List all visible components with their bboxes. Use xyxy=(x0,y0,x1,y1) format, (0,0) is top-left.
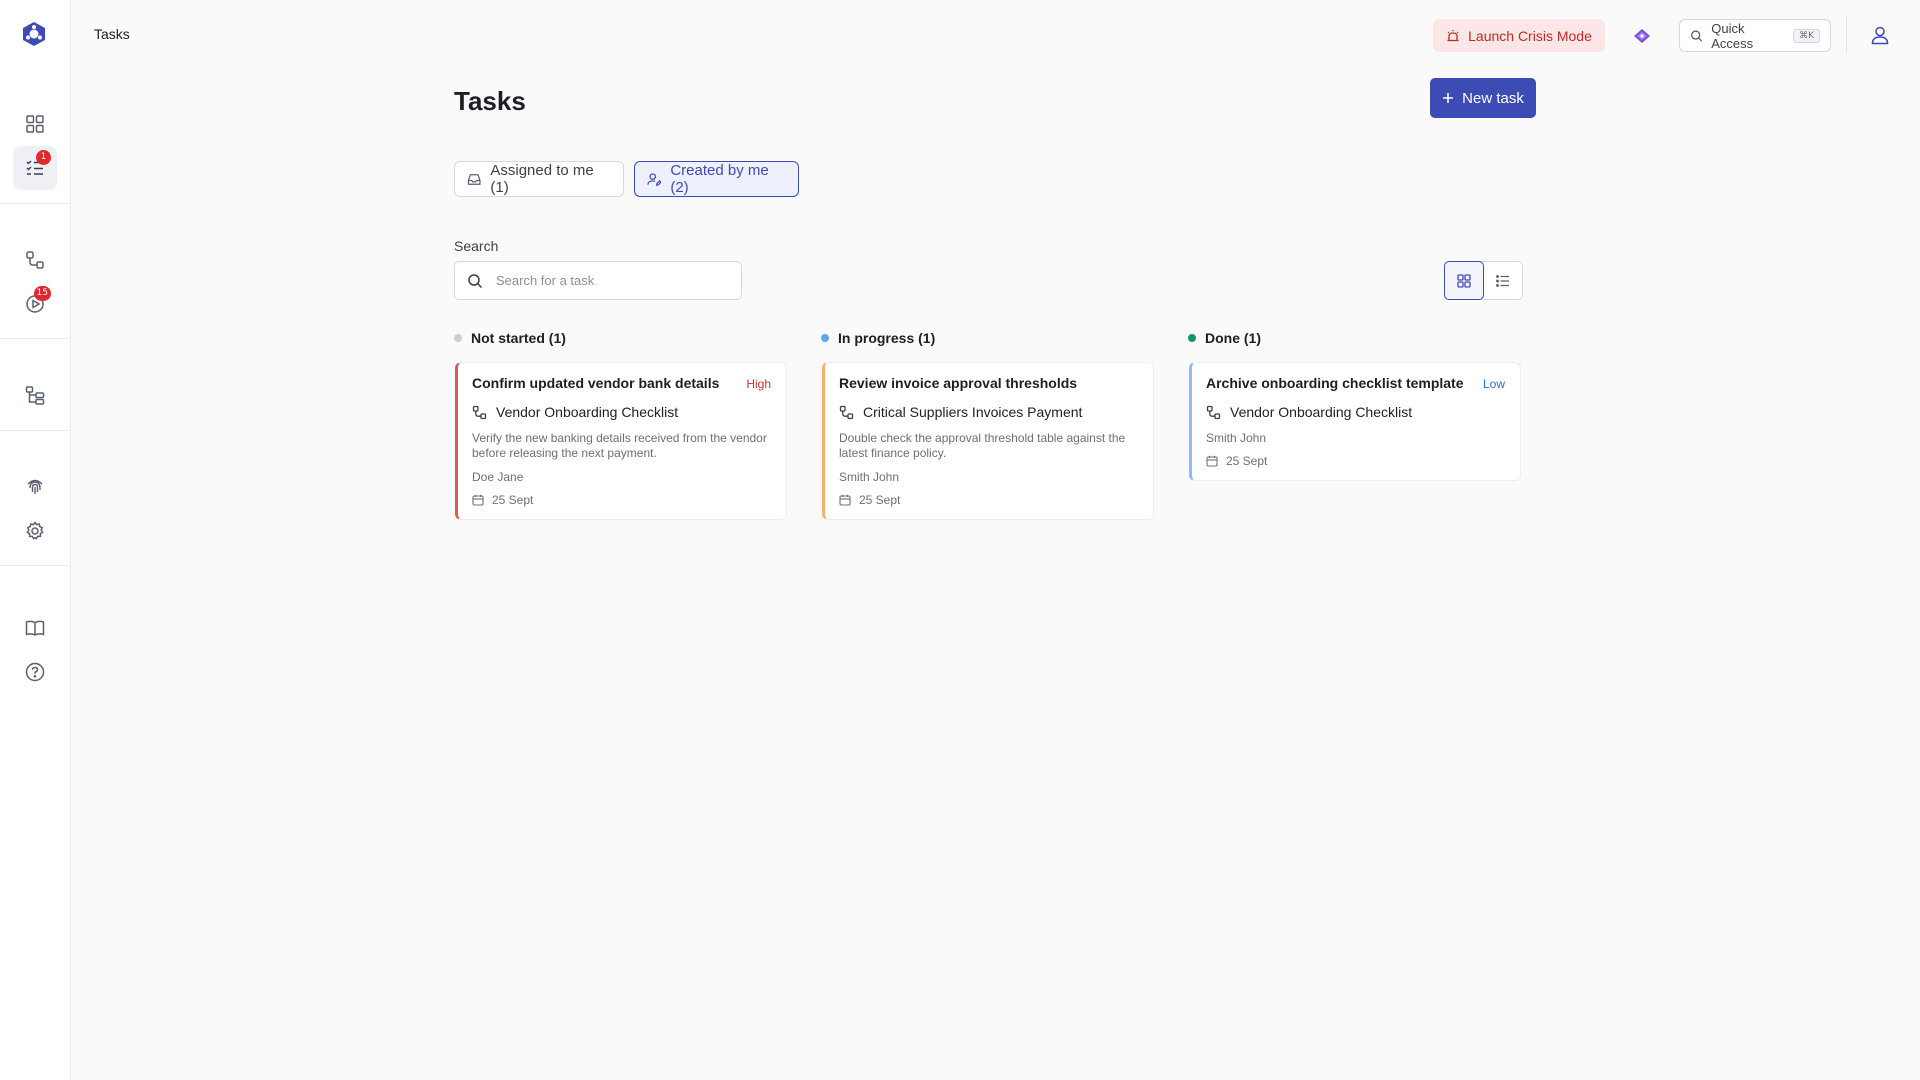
sidebar-item-processes[interactable] xyxy=(13,238,57,282)
column-header-not-started: Not started (1) xyxy=(454,330,566,346)
filter-assigned-label: Assigned to me (1) xyxy=(490,162,594,196)
new-task-button[interactable]: New task xyxy=(1430,78,1536,118)
task-owner: Doe Jane xyxy=(472,470,524,484)
sidebar-item-docs[interactable] xyxy=(13,606,57,650)
task-process: Critical Suppliers Invoices Payment xyxy=(863,404,1083,420)
workflow-icon xyxy=(26,251,44,269)
workflow-icon xyxy=(839,405,854,419)
task-owner: Smith John xyxy=(1206,431,1267,445)
column-header-in-progress: In progress (1) xyxy=(821,330,935,346)
column-title: In progress (1) xyxy=(838,330,936,346)
list-view-button[interactable] xyxy=(1484,262,1523,299)
sidebar-item-help[interactable] xyxy=(13,650,57,694)
status-dot xyxy=(1188,334,1196,342)
column-title: Done (1) xyxy=(1205,330,1261,346)
filter-assigned-to-me[interactable]: Assigned to me (1) xyxy=(454,161,624,197)
book-icon xyxy=(25,620,45,636)
view-toggle xyxy=(1444,261,1523,300)
ai-assistant-icon[interactable] xyxy=(1631,25,1653,47)
topbar-divider xyxy=(1846,17,1847,53)
calendar-icon xyxy=(839,494,851,506)
sidebar-item-runs[interactable]: 15 xyxy=(13,282,57,326)
workflow-icon xyxy=(472,405,487,419)
breadcrumb: Tasks xyxy=(94,26,130,42)
help-icon xyxy=(25,662,45,682)
gear-icon xyxy=(26,521,44,540)
inbox-icon xyxy=(467,173,481,185)
task-description: Verify the new banking details received … xyxy=(472,431,767,460)
workflow-icon xyxy=(1206,405,1221,419)
list-view-icon xyxy=(1495,274,1509,287)
new-task-label: New task xyxy=(1462,89,1524,107)
board-view-button[interactable] xyxy=(1444,261,1484,300)
sidebar-divider xyxy=(0,565,71,566)
filter-created-by-me[interactable]: Created by me (2) xyxy=(634,161,799,197)
quick-access-shortcut: ⌘K xyxy=(1793,28,1820,43)
priority-badge: Low xyxy=(1482,377,1505,391)
crisis-label: Launch Crisis Mode xyxy=(1468,27,1592,44)
quick-access-label: Quick Access xyxy=(1711,20,1754,51)
user-edit-icon xyxy=(647,172,662,186)
sidebar-divider xyxy=(0,203,71,204)
sidebar-item-security[interactable] xyxy=(13,464,57,508)
task-due-date: 25 Sept xyxy=(859,493,901,507)
task-process: Vendor Onboarding Checklist xyxy=(1230,404,1413,420)
grid-view-icon xyxy=(1457,273,1471,288)
calendar-icon xyxy=(1206,455,1218,467)
search-input[interactable]: Search for a task xyxy=(454,261,742,300)
task-title: Confirm updated vendor bank details xyxy=(472,375,720,391)
tasks-badge: 1 xyxy=(36,150,51,165)
task-card[interactable]: Review invoice approval thresholds Criti… xyxy=(822,362,1154,520)
task-due-date: 25 Sept xyxy=(1226,454,1268,468)
search-icon xyxy=(1691,29,1703,42)
search-placeholder: Search for a task xyxy=(496,273,595,288)
siren-icon xyxy=(1447,29,1459,41)
column-header-done: Done (1) xyxy=(1188,330,1261,346)
user-icon[interactable] xyxy=(1869,24,1891,46)
task-title: Archive onboarding checklist template xyxy=(1206,375,1464,391)
column-title: Not started (1) xyxy=(471,330,566,346)
sidebar-item-organization[interactable] xyxy=(13,373,57,417)
app-logo-icon[interactable] xyxy=(20,20,48,48)
sidebar-divider xyxy=(0,338,71,339)
org-tree-icon xyxy=(25,386,45,405)
search-icon xyxy=(468,273,483,288)
task-description: Double check the approval threshold tabl… xyxy=(839,431,1126,460)
calendar-icon xyxy=(472,494,484,506)
task-title: Review invoice approval thresholds xyxy=(839,375,1078,391)
sidebar-divider xyxy=(0,430,71,431)
runs-badge: 15 xyxy=(33,286,51,301)
task-process: Vendor Onboarding Checklist xyxy=(496,404,679,420)
sidebar-item-dashboard[interactable] xyxy=(13,102,57,146)
quick-access-button[interactable]: Quick Access ⌘K xyxy=(1679,19,1831,52)
sidebar: 1 15 xyxy=(0,0,71,1080)
search-label: Search xyxy=(454,238,499,254)
filter-created-label: Created by me (2) xyxy=(670,162,769,196)
task-due-date: 25 Sept xyxy=(492,493,534,507)
sidebar-item-settings[interactable] xyxy=(13,509,57,553)
priority-badge: High xyxy=(746,377,771,391)
page-title: Tasks xyxy=(454,86,526,116)
status-dot xyxy=(454,334,462,342)
launch-crisis-mode-button[interactable]: Launch Crisis Mode xyxy=(1433,19,1605,52)
status-dot xyxy=(821,334,829,342)
task-card[interactable]: Confirm updated vendor bank details High… xyxy=(455,362,787,520)
plus-icon xyxy=(1443,93,1454,103)
task-owner: Smith John xyxy=(839,470,900,484)
grid-icon xyxy=(26,115,44,133)
fingerprint-icon xyxy=(27,479,43,494)
sidebar-item-tasks[interactable]: 1 xyxy=(13,146,57,190)
task-card[interactable]: Archive onboarding checklist template Lo… xyxy=(1189,362,1521,481)
